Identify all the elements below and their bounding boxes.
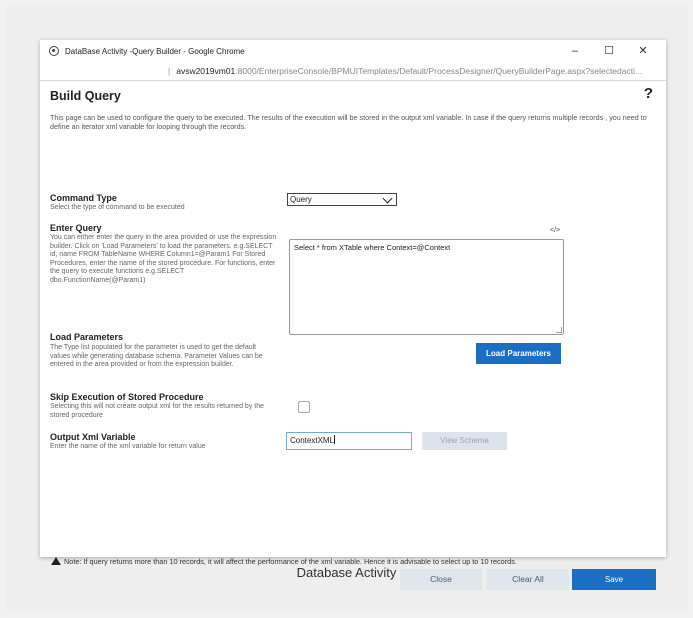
skip-execution-checkbox[interactable] [298,401,310,413]
build-query-page: Build Query ? This page can be used to c… [50,80,656,590]
expression-builder-icon[interactable]: </> [550,227,560,234]
close-window-button[interactable]: ✕ [626,40,660,62]
output-xml-input[interactable]: ContextXML [286,432,412,450]
maximize-button[interactable]: ☐ [592,40,626,62]
window-title: DataBase Activity -Query Builder - Googl… [65,46,245,56]
window-controls: – ☐ ✕ [558,40,660,62]
load-parameters-label: Load Parameters [50,332,124,342]
resize-grip-icon[interactable] [556,327,562,333]
command-type-label: Command Type [50,193,117,203]
output-xml-description: Enter the name of the xml variable for r… [50,443,206,450]
address-host: avsw2019vm01 [176,66,236,76]
address-bar[interactable]: | avsw2019vm01 :8000/EnterpriseConsole/B… [40,62,666,81]
query-textarea[interactable]: Select * from XTable where Context=@Cont… [289,239,564,335]
image-caption: Database Activity [296,565,397,580]
text-caret [334,435,336,444]
minimize-button[interactable]: – [558,40,592,62]
intro-text: This page can be used to configure the q… [50,113,647,131]
chrome-icon [49,46,59,56]
title-bar: DataBase Activity -Query Builder - Googl… [40,40,666,62]
warning-icon [51,557,61,565]
address-path: :8000/EnterpriseConsole/BPMUITemplates/D… [235,66,643,76]
command-type-select[interactable]: Query [287,193,397,206]
page-title: Build Query [50,89,121,103]
skip-execution-label: Skip Execution of Stored Procedure [50,392,204,402]
enter-query-description: You can either enter the query in the ar… [50,234,277,284]
help-icon[interactable]: ? [644,85,653,102]
enter-query-label: Enter Query [50,223,102,233]
command-type-value: Query [290,195,312,204]
load-parameters-button[interactable]: Load Parameters [476,343,561,364]
chevron-down-icon [382,193,393,204]
browser-window: DataBase Activity -Query Builder - Googl… [40,40,666,590]
load-parameters-description: The Type list populated for the paramete… [50,344,263,368]
address-separator: | [168,66,171,76]
query-text: Select * from XTable where Context=@Cont… [294,243,451,252]
skip-execution-description: Selecting this will not create output xm… [50,403,264,419]
output-xml-value: ContextXML [290,436,335,445]
view-schema-button[interactable]: View Schema [422,432,507,450]
output-xml-label: Output Xml Variable [50,432,136,442]
command-type-description: Select the type of command to be execute… [50,204,185,211]
